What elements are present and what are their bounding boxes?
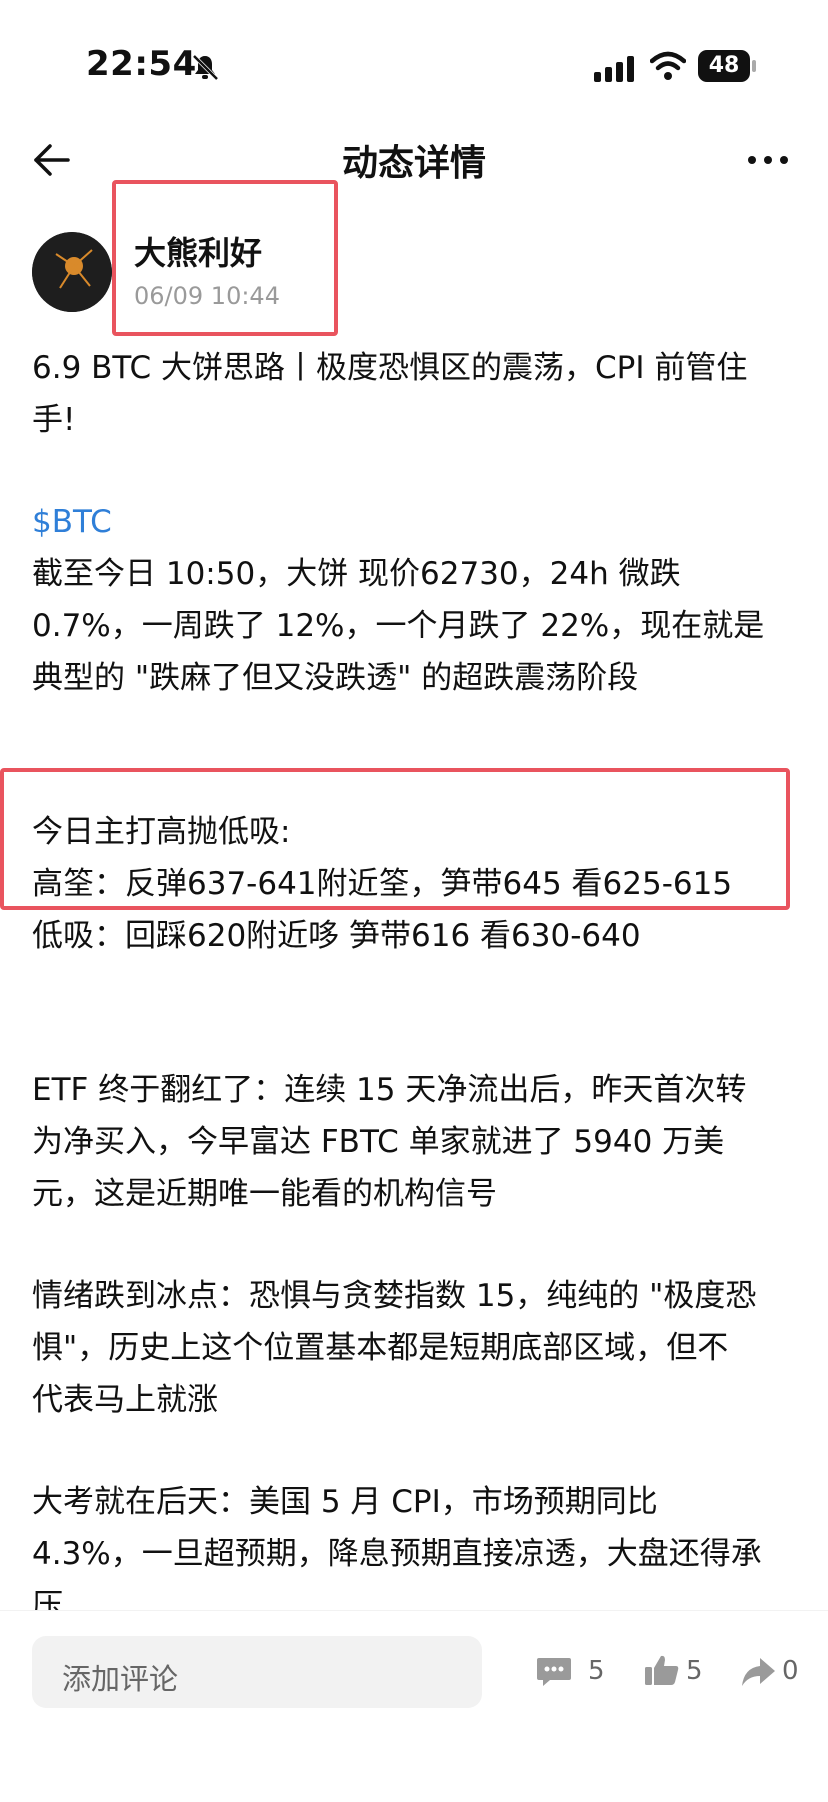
comments-count: 5	[588, 1656, 605, 1686]
post-title-line-1: 6.9 BTC 大饼思路丨极度恐惧区的震荡，CPI 前管住	[32, 350, 748, 386]
status-time: 22:54	[86, 44, 197, 84]
battery-level: 48	[708, 53, 740, 78]
paragraph-4-line-2: 4.3%，一旦超预期，降息预期直接凉透，大盘还得承	[32, 1536, 762, 1572]
author-avatar[interactable]	[32, 232, 112, 312]
battery-cap	[752, 60, 756, 72]
btc-tag-link[interactable]: $BTC	[32, 496, 802, 548]
comment-icon[interactable]	[536, 1656, 572, 1688]
paragraph-3-line-2: 惧"，历史上这个位置基本都是短期底部区域，但不	[32, 1330, 729, 1366]
post-title-line-2: 手!	[32, 402, 76, 438]
trade-plan-long: 低吸：回踩620附近哆 笋带616 看630-640	[32, 918, 641, 954]
paragraph-2-line-2: 为净买入，今早富达 FBTC 单家就进了 5940 万美	[32, 1124, 725, 1160]
paragraph-4-line-1: 大考就在后天：美国 5 月 CPI，市场预期同比	[32, 1484, 658, 1520]
thumbs-up-icon[interactable]	[644, 1654, 680, 1686]
paragraph-3-line-3: 代表马上就涨	[32, 1382, 218, 1418]
highlight-box-trade-plan	[0, 768, 790, 910]
paragraph-2-line-3: 元，这是近期唯一能看的机构信号	[32, 1176, 497, 1212]
more-options-icon[interactable]	[746, 150, 790, 170]
paragraph-1-line-2: 0.7%，一周跌了 12%，一个月跌了 22%，现在就是	[32, 608, 765, 644]
paragraph-1-line-3: 典型的 "跌麻了但又没跌透" 的超跌震荡阶段	[32, 660, 639, 696]
comment-placeholder: 添加评论	[62, 1662, 179, 1696]
shares-count: 0	[782, 1656, 799, 1686]
cellular-signal-icon	[594, 56, 634, 82]
wifi-icon	[650, 51, 686, 80]
likes-count: 5	[686, 1656, 703, 1686]
paragraph-1-line-1: 截至今日 10:50，大饼 现价62730，24h 微跌	[32, 556, 681, 592]
page-title: 动态详情	[341, 143, 486, 184]
avatar-image-icon	[32, 232, 112, 312]
paragraph-2-line-1: ETF 终于翻红了：连续 15 天净流出后，昨天首次转	[32, 1072, 747, 1108]
mute-bell-icon	[192, 54, 219, 81]
highlight-box-author	[112, 180, 338, 336]
share-arrow-icon[interactable]	[740, 1656, 776, 1688]
paragraph-3-line-1: 情绪跌到冰点：恐惧与贪婪指数 15，纯纯的 "极度恐	[32, 1278, 757, 1314]
